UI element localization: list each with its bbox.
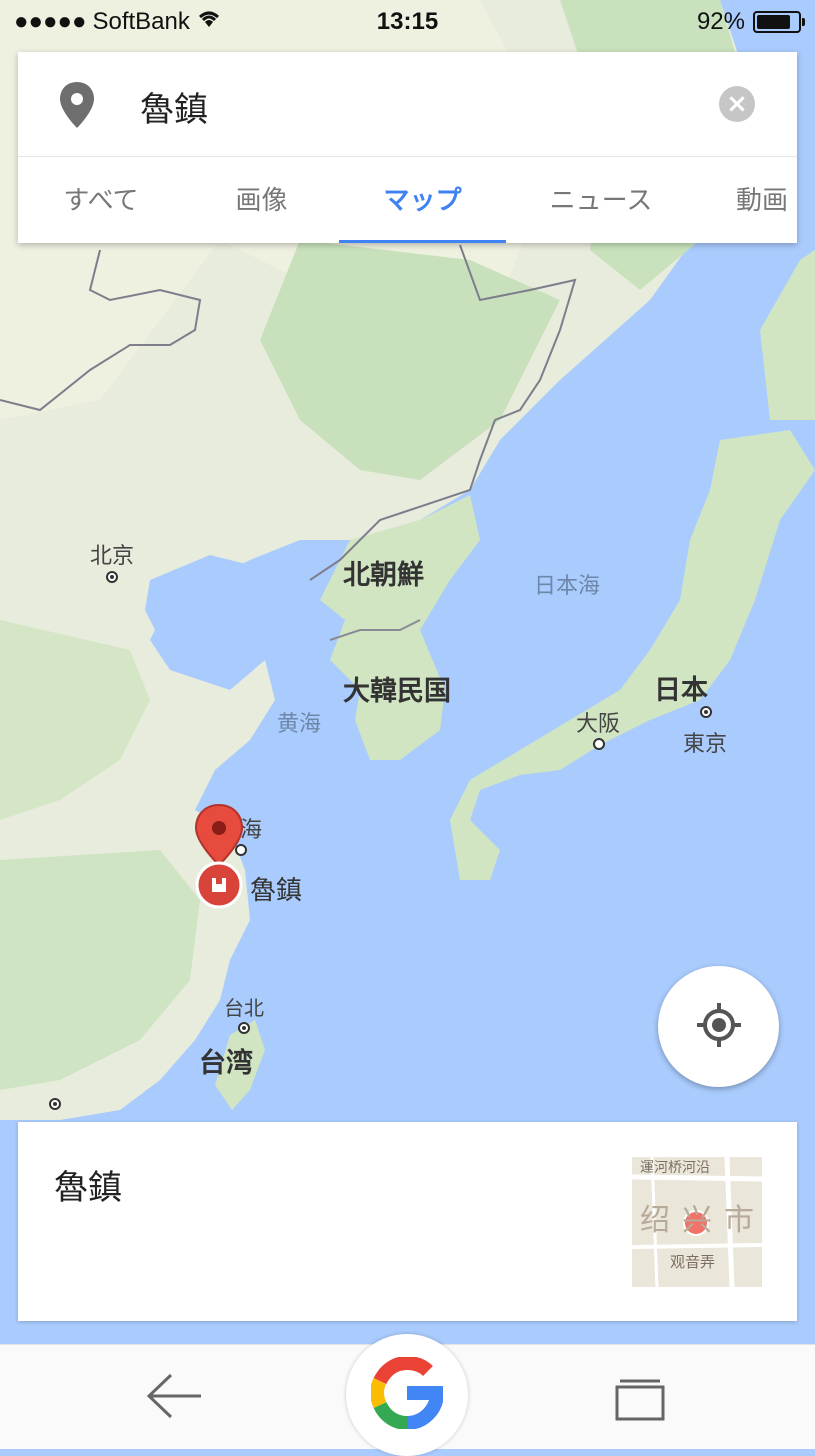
map-label-taipei: 台北 — [224, 996, 264, 1020]
battery-percent: 92% — [696, 8, 745, 35]
search-bar[interactable]: 魯鎮 × — [18, 52, 797, 157]
map-label-taiwan: 台湾 — [199, 1048, 253, 1079]
tab-all[interactable]: すべて — [18, 156, 184, 243]
map-label-osaka: 大阪 — [576, 712, 621, 737]
google-home-button[interactable] — [346, 1334, 468, 1456]
marker-label: 魯鎮 — [250, 876, 303, 906]
tab-images[interactable]: 画像 — [184, 156, 339, 243]
tab-videos[interactable]: 動画 — [736, 156, 797, 243]
map-label-south-korea: 大韓民国 — [343, 676, 451, 707]
result-card[interactable]: 魯鎮 運河桥河沿 绍兴市 观音弄 — [18, 1122, 797, 1321]
map-label-beijing: 北京 — [90, 544, 135, 569]
city-dot-osaka — [593, 738, 605, 750]
thumbnail-top-text: 運河桥河沿 — [640, 1160, 710, 1176]
close-icon[interactable]: × — [719, 86, 755, 122]
status-time: 13:15 — [376, 8, 439, 35]
map-marker[interactable] — [193, 803, 245, 915]
my-location-button[interactable] — [658, 966, 779, 1087]
map-label-japan: 日本 — [654, 675, 708, 706]
battery-fill — [757, 15, 790, 29]
result-title: 魯鎮 — [54, 1168, 122, 1208]
result-thumbnail[interactable]: 運河桥河沿 绍兴市 观音弄 — [632, 1157, 762, 1287]
tab-news[interactable]: ニュース — [506, 156, 696, 243]
battery-icon — [753, 11, 805, 33]
tabs-icon[interactable] — [614, 1377, 666, 1425]
active-tab-indicator — [339, 240, 506, 243]
search-tabs: すべて 画像 マップ ニュース 動画 — [18, 156, 797, 243]
tab-maps[interactable]: マップ — [339, 156, 506, 243]
map-label-yellow-sea: 黄海 — [277, 712, 322, 737]
city-dot-taipei — [238, 1022, 250, 1034]
thumbnail-bottom-text: 观音弄 — [670, 1253, 716, 1271]
search-card: 魯鎮 × すべて 画像 マップ ニュース 動画 — [18, 52, 797, 243]
my-location-icon — [695, 1001, 743, 1053]
city-dot-beijing — [106, 571, 118, 583]
search-query[interactable]: 魯鎮 — [140, 82, 208, 131]
google-g-icon — [370, 1355, 445, 1433]
map-label-sea-of-japan: 日本海 — [534, 574, 601, 599]
status-bar: ●●●●● SoftBank 13:15 92% — [0, 0, 815, 44]
city-dot-hongkong — [49, 1098, 61, 1110]
city-dot-tokyo — [700, 706, 712, 718]
thumbnail-city-text: 绍兴市 — [640, 1203, 762, 1238]
map-label-tokyo: 東京 — [683, 732, 728, 757]
location-pin-icon — [60, 82, 94, 132]
map-label-north-korea: 北朝鮮 — [343, 560, 424, 591]
back-arrow-icon[interactable] — [145, 1371, 203, 1425]
